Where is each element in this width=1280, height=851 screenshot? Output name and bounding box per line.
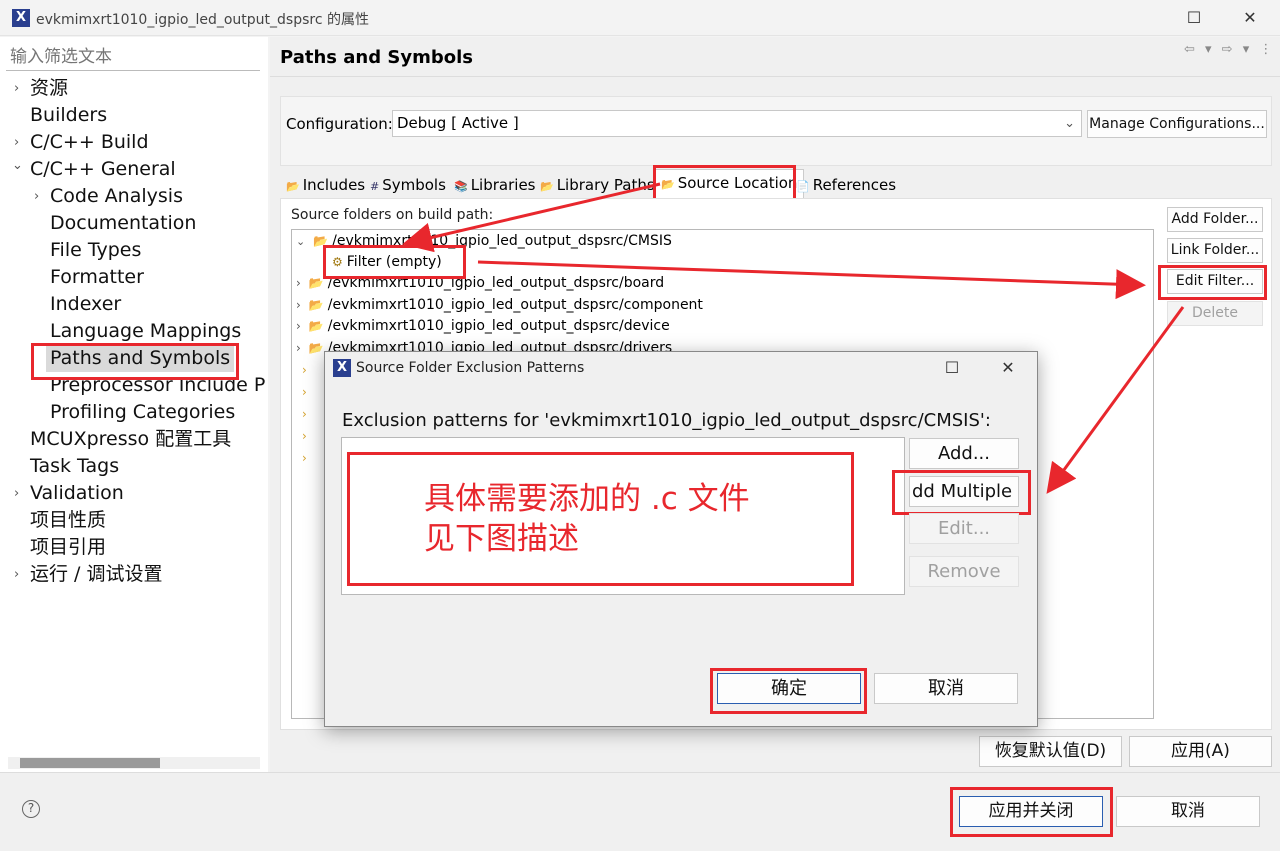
- arrow-tab-to-filter: [402, 182, 661, 253]
- annotation-arrows: [402, 182, 1185, 494]
- arrow-filter-to-edit: [477, 260, 1146, 300]
- arrow-edit-to-dialog: [1046, 306, 1185, 494]
